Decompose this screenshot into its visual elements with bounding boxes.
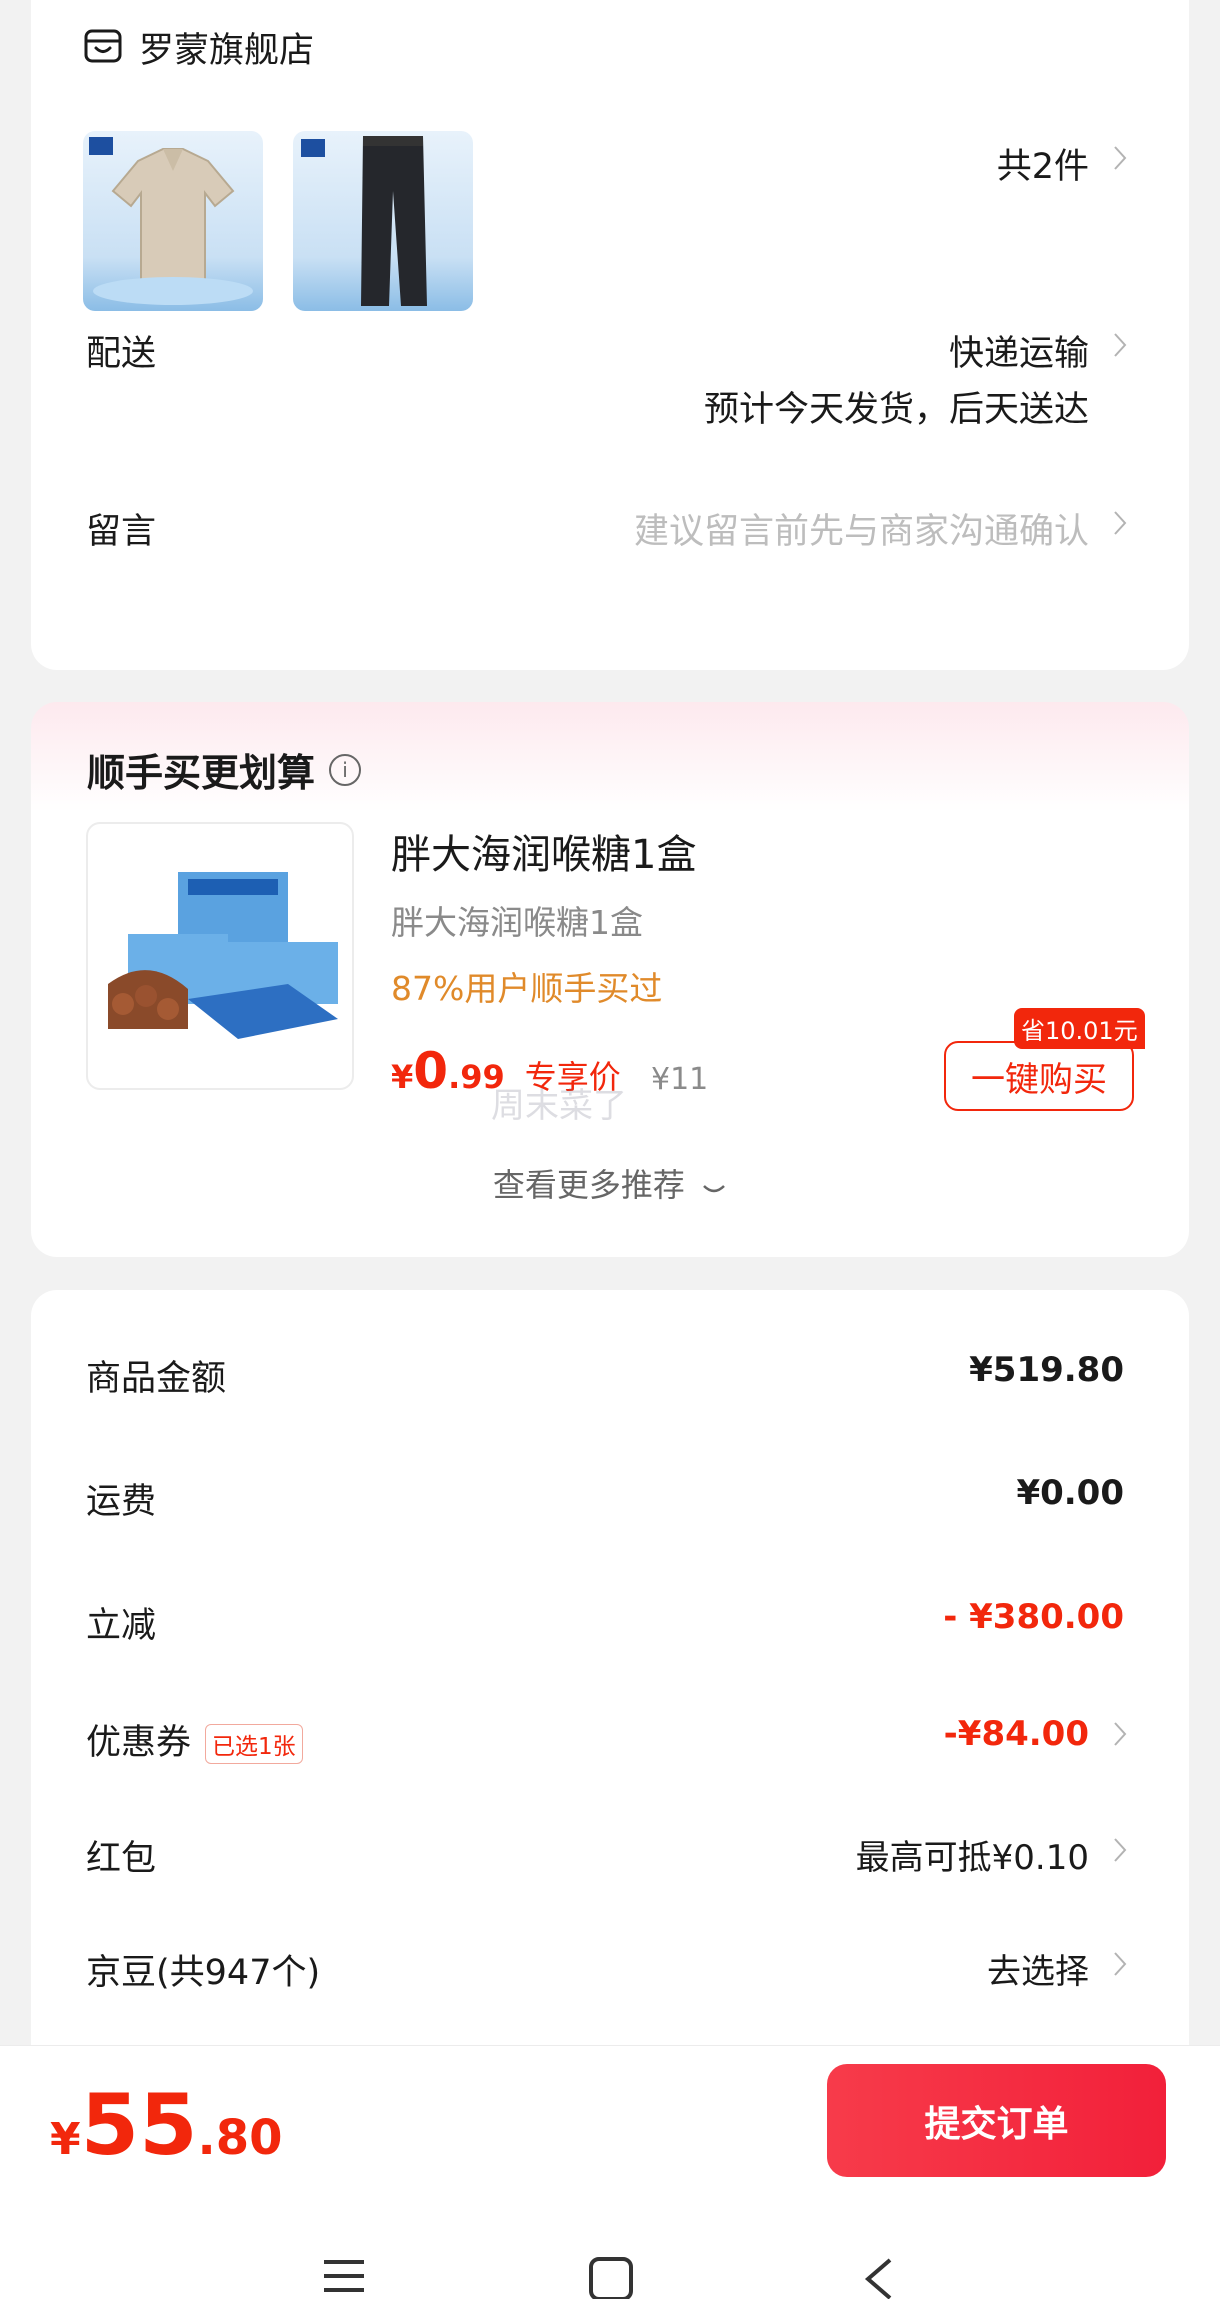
chevron-right-icon [1105, 1714, 1135, 1754]
lozenge-product-image[interactable] [86, 822, 354, 1090]
item-count[interactable]: 共2件 [997, 138, 1089, 189]
chevron-down-icon [701, 1168, 727, 1206]
delivery-estimate: 预计今天发货，后天送达 [703, 390, 1089, 430]
coupon-label: 优惠券 已选1张 [86, 1714, 303, 1765]
upsell-title: 顺手买更划算 i [87, 742, 362, 797]
submit-order-button[interactable]: 提交订单 [827, 2064, 1166, 2177]
price-currency: ¥ [391, 1058, 414, 1096]
upsell-title-text: 顺手买更划算 [87, 751, 316, 795]
home-icon[interactable] [581, 2256, 641, 2299]
jd-beans-label: 京豆(共947个) [86, 1953, 321, 1993]
pants-thumbnail[interactable] [293, 131, 473, 311]
back-icon[interactable] [848, 2256, 908, 2299]
shop-card: 罗蒙旗舰店 共2件 配送 快递运输 预计今天发货，后天送达 留言 建议留言前先与… [31, 0, 1189, 670]
chevron-right-icon [1105, 138, 1135, 178]
discount-value: - ¥380.00 [943, 1597, 1124, 1637]
shop-name: 罗蒙旗舰店 [139, 31, 315, 71]
delivery-label: 配送 [86, 334, 157, 374]
delivery-method[interactable]: 快递运输 [949, 325, 1089, 376]
price-integer: 0 [413, 1042, 449, 1100]
more-recommendations-link[interactable]: 查看更多推荐 [31, 1160, 1189, 1206]
one-click-buy-button[interactable]: 一键购买 [944, 1041, 1134, 1111]
total-decimal: .80 [197, 2110, 283, 2166]
chevron-right-icon [1105, 1944, 1135, 1984]
chevron-right-icon [1105, 1830, 1135, 1870]
polo-shirt-thumbnail[interactable] [83, 131, 263, 311]
shipping-value: ¥0.00 [1016, 1473, 1124, 1513]
red-packet-label: 红包 [86, 1839, 157, 1879]
red-packet-value[interactable]: 最高可抵¥0.10 [856, 1830, 1089, 1879]
message-label: 留言 [86, 512, 157, 552]
coupon-selected-tag: 已选1张 [205, 1724, 303, 1764]
chevron-right-icon [1105, 325, 1135, 365]
price-summary-card: 商品金额 ¥519.80 运费 ¥0.00 立减 - ¥380.00 优惠券 已选… [31, 1290, 1189, 2050]
coupon-label-text: 优惠券 [86, 1723, 192, 1763]
message-input[interactable]: 建议留言前先与商家沟通确认 [634, 503, 1089, 554]
jd-beans-select[interactable]: 去选择 [987, 1944, 1089, 1993]
upsell-card: 顺手买更划算 i 胖大海润喉糖1盒 胖大海润喉糖1盒 87%用户顺手买过 ¥ 0… [31, 702, 1189, 1257]
upsell-product-tag: 87%用户顺手买过 [391, 969, 663, 1008]
upsell-product-subtitle: 胖大海润喉糖1盒 [391, 903, 643, 942]
goods-amount-label: 商品金额 [86, 1359, 227, 1399]
watermark: 周末菜了 [491, 1086, 627, 1126]
original-price: ¥11 [651, 1062, 709, 1097]
discount-label: 立减 [86, 1606, 157, 1646]
checkout-bar: ¥ 55 .80 提交订单 [0, 2045, 1220, 2299]
shipping-label: 运费 [86, 1482, 157, 1522]
menu-icon[interactable] [314, 2256, 374, 2299]
order-total: ¥ 55 .80 [50, 2076, 283, 2174]
store-icon [83, 26, 123, 70]
shop-header[interactable]: 罗蒙旗舰店 [83, 22, 314, 73]
total-currency: ¥ [50, 2114, 81, 2165]
upsell-product-title[interactable]: 胖大海润喉糖1盒 [391, 822, 696, 880]
chevron-right-icon [1105, 503, 1135, 543]
coupon-value[interactable]: -¥84.00 [944, 1714, 1089, 1754]
more-recommendations-text: 查看更多推荐 [492, 1166, 685, 1204]
total-integer: 55 [80, 2076, 198, 2174]
goods-amount-value: ¥519.80 [969, 1350, 1124, 1390]
info-icon[interactable]: i [329, 753, 362, 786]
